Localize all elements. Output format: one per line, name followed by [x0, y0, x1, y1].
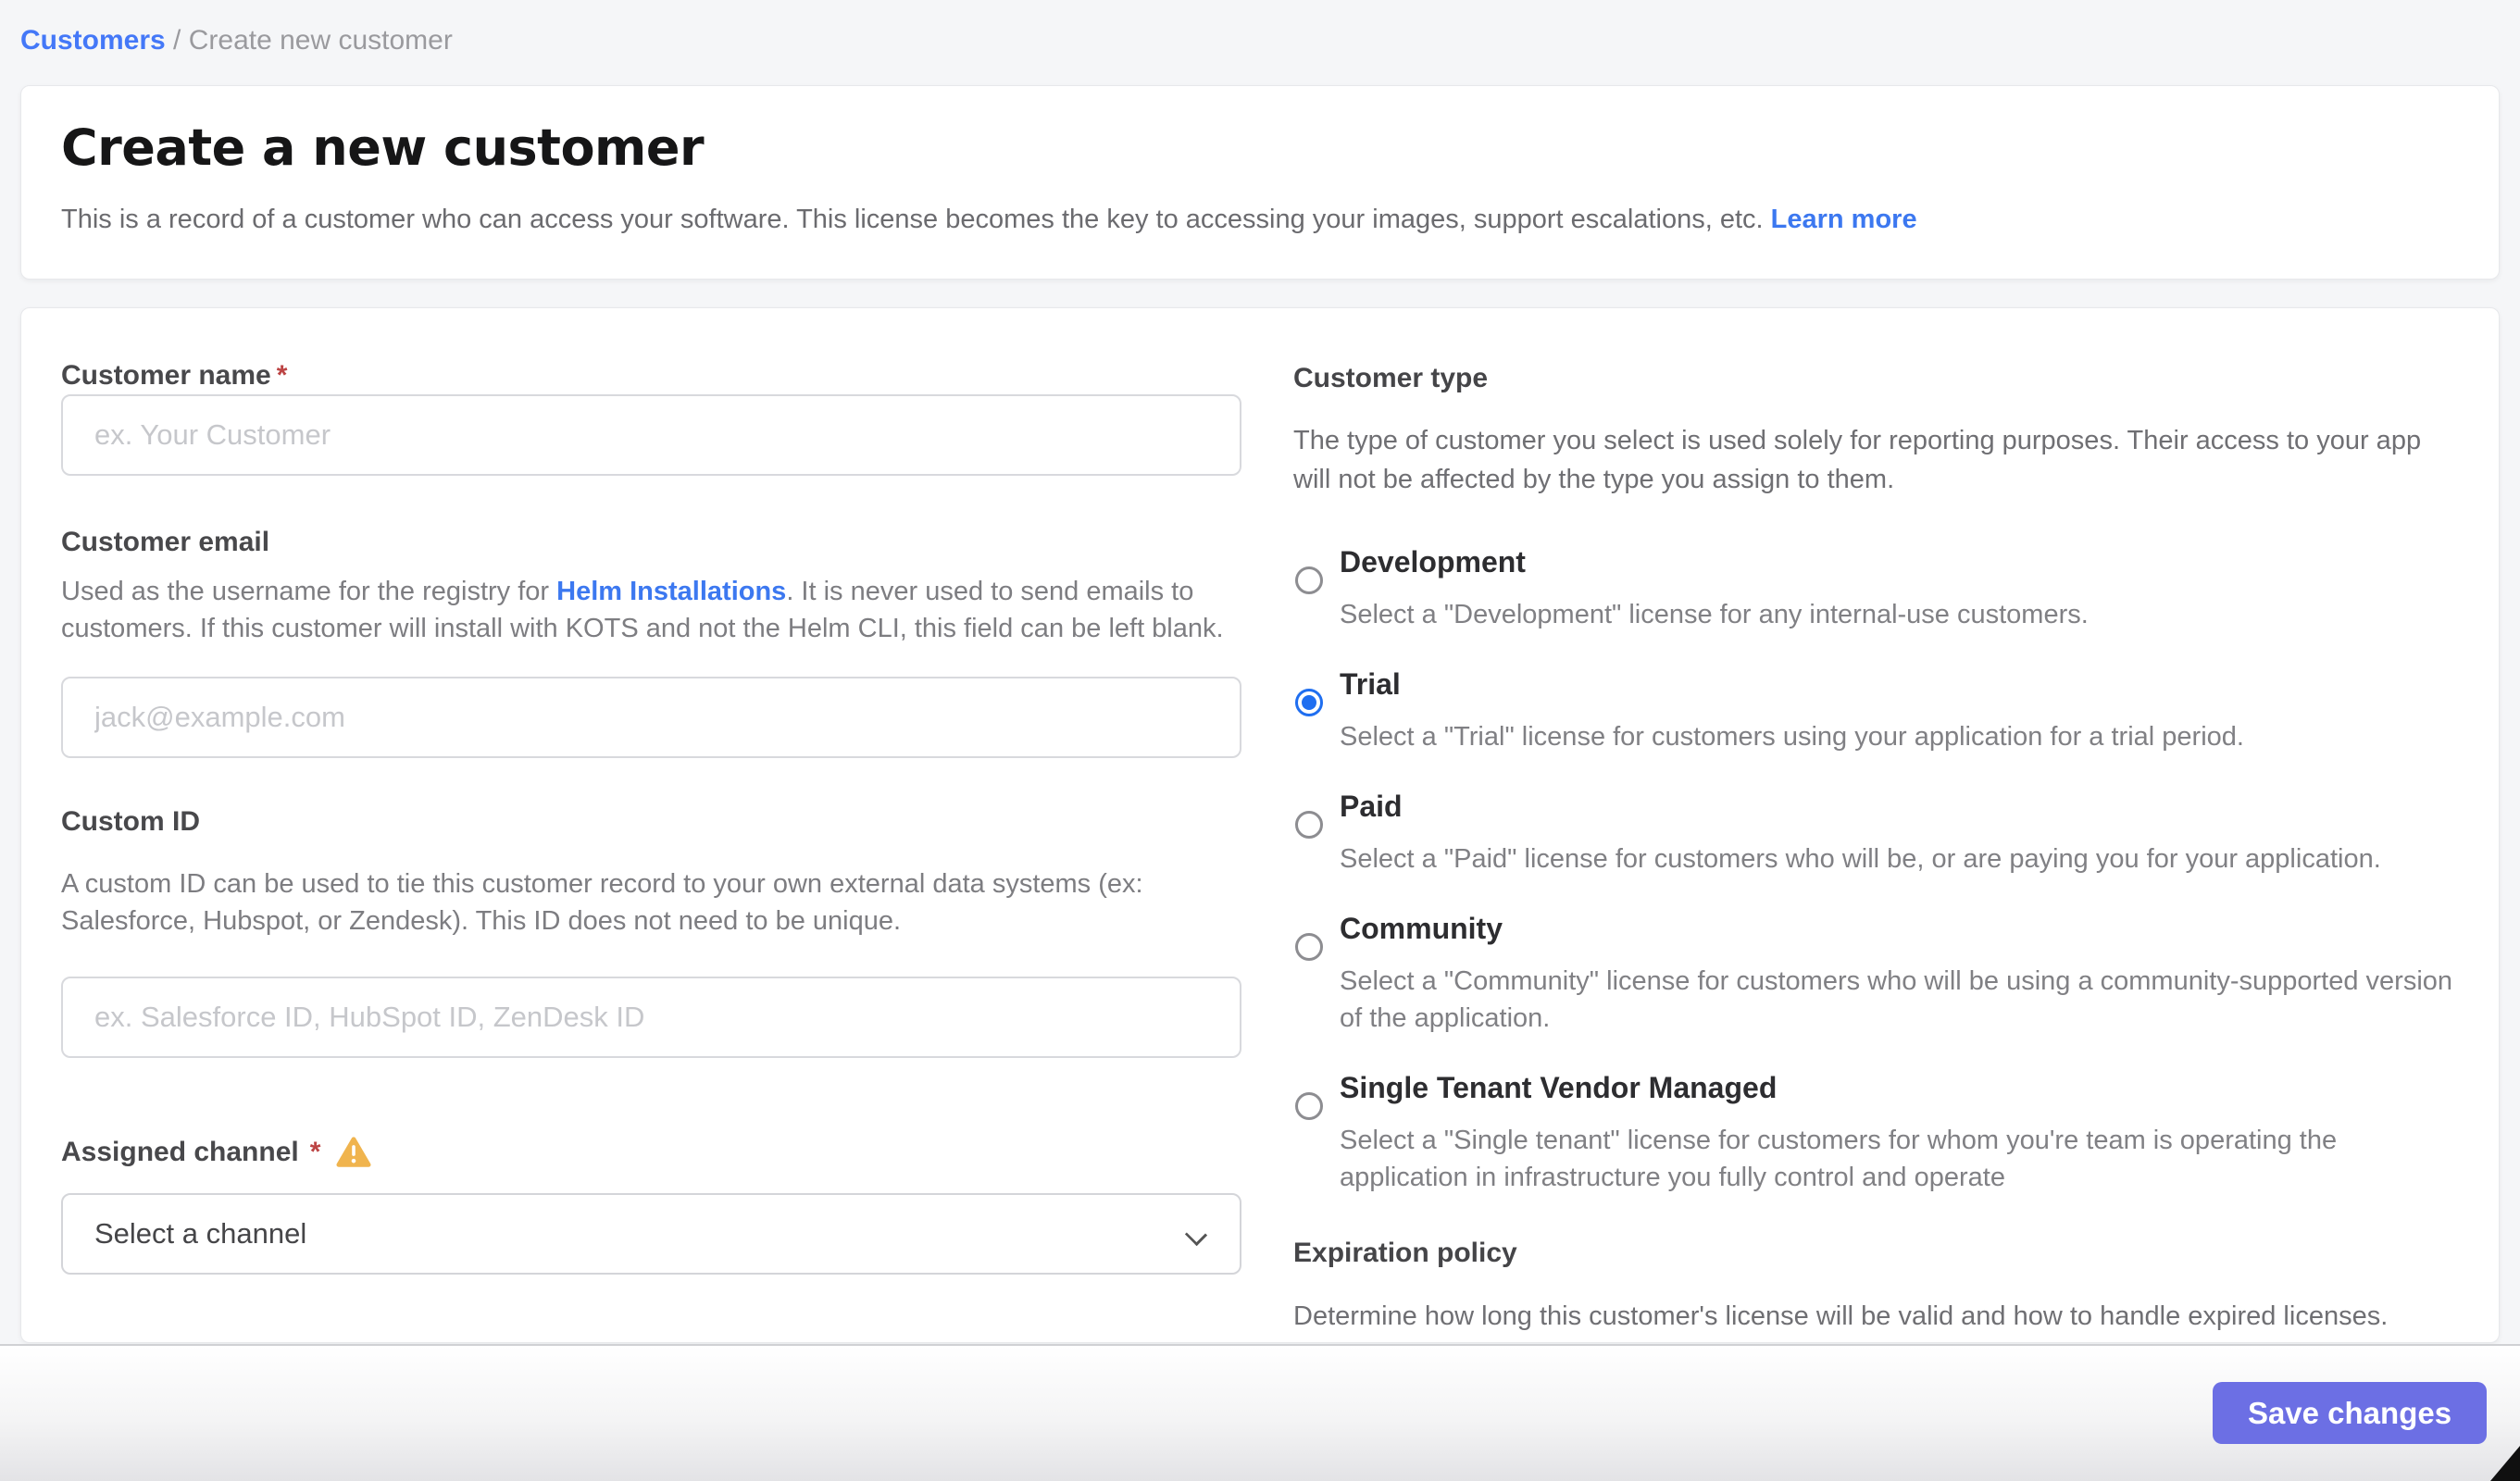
required-asterisk: *	[305, 1134, 321, 1171]
radio-trial[interactable]	[1295, 689, 1323, 716]
option-single-tenant-label: Single Tenant Vendor Managed	[1340, 1070, 2465, 1105]
chevron-down-icon	[1185, 1224, 1207, 1246]
email-desc-pre: Used as the username for the registry fo…	[61, 577, 556, 606]
custom-id-description: A custom ID can be used to tie this cust…	[61, 865, 1241, 940]
assigned-channel-selected-value: Select a channel	[94, 1217, 306, 1251]
option-trial[interactable]: Trial Select a "Trial" license for custo…	[1293, 666, 2465, 755]
customer-email-label: Customer email	[61, 527, 1241, 558]
header-description: This is a record of a customer who can a…	[61, 201, 2459, 238]
option-development-label: Development	[1340, 544, 2465, 579]
form-card: Customer name* Customer email Used as th…	[20, 307, 2500, 1343]
option-community-desc: Select a "Community" license for custome…	[1340, 963, 2465, 1037]
customer-type-heading: Customer type	[1293, 362, 2465, 395]
radio-community[interactable]	[1295, 933, 1323, 961]
learn-more-link[interactable]: Learn more	[1771, 205, 1917, 234]
header-description-text: This is a record of a customer who can a…	[61, 205, 1771, 234]
option-trial-desc: Select a "Trial" license for customers u…	[1340, 718, 2465, 755]
customer-email-description: Used as the username for the registry fo…	[61, 573, 1241, 647]
helm-installations-link[interactable]: Helm Installations	[556, 577, 786, 606]
radio-paid[interactable]	[1295, 811, 1323, 839]
radio-single-tenant[interactable]	[1295, 1092, 1323, 1120]
option-community[interactable]: Community Select a "Community" license f…	[1293, 911, 2465, 1037]
option-paid-desc: Select a "Paid" license for customers wh…	[1340, 840, 2465, 877]
custom-id-input[interactable]	[61, 977, 1241, 1058]
warning-triangle-icon	[335, 1136, 372, 1169]
customer-name-label: Customer name*	[61, 360, 1241, 392]
option-single-tenant-desc: Select a "Single tenant" license for cus…	[1340, 1122, 2465, 1196]
option-paid[interactable]: Paid Select a "Paid" license for custome…	[1293, 789, 2465, 877]
expiration-policy-heading: Expiration policy	[1293, 1237, 2465, 1270]
breadcrumb-customers-link[interactable]: Customers	[20, 25, 166, 56]
required-asterisk: *	[271, 360, 288, 391]
option-community-label: Community	[1340, 911, 2465, 946]
option-development-desc: Select a "Development" license for any i…	[1340, 596, 2465, 633]
custom-id-label: Custom ID	[61, 806, 1241, 838]
form-left-column: Customer name* Customer email Used as th…	[61, 360, 1241, 1275]
customer-type-description: The type of customer you select is used …	[1293, 421, 2465, 499]
form-right-column: Customer type The type of customer you s…	[1293, 362, 2465, 1335]
save-changes-button[interactable]: Save changes	[2213, 1382, 2487, 1444]
assigned-channel-label: Assigned channel*	[61, 1134, 1241, 1171]
customer-type-options: Development Select a "Development" licen…	[1293, 544, 2465, 1196]
option-trial-label: Trial	[1340, 666, 2465, 702]
footer-bar: Save changes	[0, 1344, 2520, 1481]
assigned-channel-label-text: Assigned channel	[61, 1134, 299, 1171]
assigned-channel-select[interactable]: Select a channel	[61, 1193, 1241, 1275]
customer-name-label-text: Customer name	[61, 360, 271, 391]
header-card: Create a new customer This is a record o…	[20, 85, 2500, 280]
page-title: Create a new customer	[61, 119, 2459, 177]
breadcrumb: Customers / Create new customer	[20, 24, 453, 57]
expiration-policy-description: Determine how long this customer's licen…	[1293, 1298, 2465, 1335]
option-single-tenant[interactable]: Single Tenant Vendor Managed Select a "S…	[1293, 1070, 2465, 1196]
option-paid-label: Paid	[1340, 789, 2465, 824]
radio-development[interactable]	[1295, 566, 1323, 594]
customer-name-input[interactable]	[61, 394, 1241, 476]
option-development[interactable]: Development Select a "Development" licen…	[1293, 544, 2465, 633]
breadcrumb-current: / Create new customer	[166, 25, 453, 56]
customer-email-input[interactable]	[61, 677, 1241, 758]
